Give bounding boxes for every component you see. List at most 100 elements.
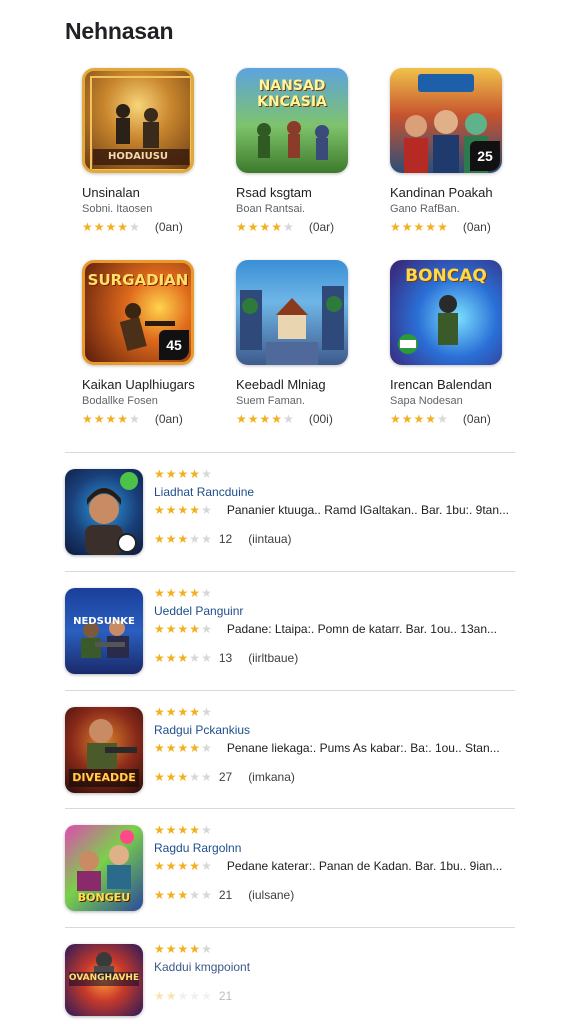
star-icon: ★ <box>201 989 213 1003</box>
star-icon: ★ <box>165 989 178 1003</box>
star-icon: ★ <box>437 412 449 426</box>
star-icon: ★ <box>154 823 166 837</box>
star-icon: ★ <box>177 989 190 1003</box>
app-developer: Boan Rantsai. <box>236 203 306 215</box>
star-rating: ★★★★★ <box>154 888 213 902</box>
app-card[interactable]: HODAIUSU Unsinalan Sobni. Itaosen ★★★★★(… <box>82 68 222 234</box>
age-rating-badge: 25 <box>470 141 500 171</box>
app-card[interactable]: 25 Kandinan Poakah Gano RafBan. ★★★★★ (0a… <box>390 68 530 234</box>
app-developer: Suem Faman. <box>236 395 306 407</box>
app-card[interactable]: SURGADIAN 45 Kaikan Uaplhiugars Bodallke… <box>82 260 222 426</box>
app-card[interactable]: Keebadl Mlniag Suem Faman. ★★★★★ (00i) <box>236 260 376 426</box>
star-icon: ★ <box>201 942 213 956</box>
star-icon: ★ <box>201 705 213 719</box>
app-card[interactable]: BONCAQ Irencan Balendan Sapa Nodesan ★★★… <box>390 260 530 426</box>
app-thumbnail: NANSAD KNCASIA <box>236 68 348 173</box>
star-icon: ★ <box>283 412 295 426</box>
star-icon: ★ <box>129 220 141 234</box>
rating-value: 13 <box>218 651 233 665</box>
star-icon: ★ <box>201 770 213 784</box>
star-icon: ★ <box>201 586 213 600</box>
app-icon: BONGEU <box>65 825 143 911</box>
star-icon: ★ <box>177 586 190 600</box>
section-divider <box>65 808 515 809</box>
star-icon: ★ <box>201 467 213 481</box>
star-icon: ★ <box>189 503 202 517</box>
star-icon: ★ <box>390 412 402 426</box>
age-rating-badge: 45 <box>159 330 189 360</box>
star-icon: ★ <box>177 503 190 517</box>
rating-count: (0an) <box>462 220 491 234</box>
rating-label: (iulsane) <box>248 888 295 902</box>
star-icon: ★ <box>201 741 213 755</box>
star-rating: ★★★★★ <box>236 412 295 426</box>
star-icon: ★ <box>154 989 166 1003</box>
app-developer: Bodallke Fosen <box>82 395 158 407</box>
star-icon: ★ <box>165 859 178 873</box>
star-icon: ★ <box>154 770 166 784</box>
star-icon: ★ <box>189 942 202 956</box>
rating-value: 27 <box>218 770 233 784</box>
star-icon: ★ <box>165 622 178 636</box>
star-icon: ★ <box>93 412 106 426</box>
rating-count: (0an) <box>154 220 183 234</box>
list-item[interactable]: BONGEU ★★★★★ Ragdu Rargolnn ★★★★★ Pedane… <box>65 823 515 913</box>
star-rating: ★★★★★ <box>154 859 213 873</box>
star-icon: ★ <box>401 412 414 426</box>
list-item[interactable]: DIVEADDE ★★★★★ Radgui Pckankius ★★★★★ Pe… <box>65 705 515 795</box>
star-icon: ★ <box>82 412 94 426</box>
list-item[interactable]: OVANGHAVHE ★★★★★ Kaddui kmgpoiont ★★★★★ … <box>65 942 515 1016</box>
star-icon: ★ <box>189 467 202 481</box>
star-icon: ★ <box>189 622 202 636</box>
star-icon: ★ <box>201 503 213 517</box>
star-icon: ★ <box>154 859 166 873</box>
rating-value: 12 <box>218 532 233 546</box>
star-icon: ★ <box>425 220 438 234</box>
star-icon: ★ <box>437 220 449 234</box>
star-rating: ★★★★★ <box>154 705 213 719</box>
star-icon: ★ <box>154 942 166 956</box>
star-rating: ★★★★★ <box>82 220 141 234</box>
star-icon: ★ <box>154 586 166 600</box>
star-rating: ★★★★★ <box>154 770 213 784</box>
rating-label: (iintaua) <box>248 532 292 546</box>
star-icon: ★ <box>165 942 178 956</box>
star-rating: ★★★★★ <box>154 823 213 837</box>
star-rating: ★★★★★ <box>390 412 449 426</box>
thumbnail-caption: HODAIUSU <box>107 151 169 162</box>
star-icon: ★ <box>259 220 272 234</box>
app-thumbnail: SURGADIAN 45 <box>82 260 194 365</box>
star-icon: ★ <box>177 705 190 719</box>
star-icon: ★ <box>165 467 178 481</box>
star-icon: ★ <box>271 412 284 426</box>
app-name: Rsad ksgtam <box>236 185 312 200</box>
app-description: Pedane katerar:. Panan de Kadan. Bar. 1b… <box>226 859 503 873</box>
star-icon: ★ <box>401 220 414 234</box>
star-icon: ★ <box>177 622 190 636</box>
list-item[interactable]: ★★★★★ Liadhat Rancduine ★★★★★ Pananier k… <box>65 467 515 557</box>
rating-count: (0an) <box>462 412 491 426</box>
star-icon: ★ <box>105 220 118 234</box>
star-icon: ★ <box>259 412 272 426</box>
app-title: Ragdu Rargolnn <box>154 841 242 855</box>
rating-count: (0ar) <box>308 220 335 234</box>
star-icon: ★ <box>177 859 190 873</box>
app-name: Keebadl Mlniag <box>236 377 326 392</box>
star-icon: ★ <box>236 412 248 426</box>
star-icon: ★ <box>177 823 190 837</box>
star-icon: ★ <box>201 532 213 546</box>
star-icon: ★ <box>413 412 426 426</box>
rating-count: (00i) <box>308 412 333 426</box>
star-icon: ★ <box>93 220 106 234</box>
app-title: Liadhat Rancduine <box>154 485 255 499</box>
star-icon: ★ <box>105 412 118 426</box>
star-icon: ★ <box>165 823 178 837</box>
list-item[interactable]: NEDSUNKE NIOD RUSRON ★★★★★ Ueddel Pangui… <box>65 586 515 676</box>
app-thumbnail: BONCAQ <box>390 260 502 365</box>
star-icon: ★ <box>271 220 284 234</box>
app-card[interactable]: NANSAD KNCASIA Rsad ksgtam Boan Rantsai.… <box>236 68 376 234</box>
star-icon: ★ <box>154 622 166 636</box>
star-icon: ★ <box>189 888 202 902</box>
star-icon: ★ <box>201 651 213 665</box>
star-icon: ★ <box>201 859 213 873</box>
